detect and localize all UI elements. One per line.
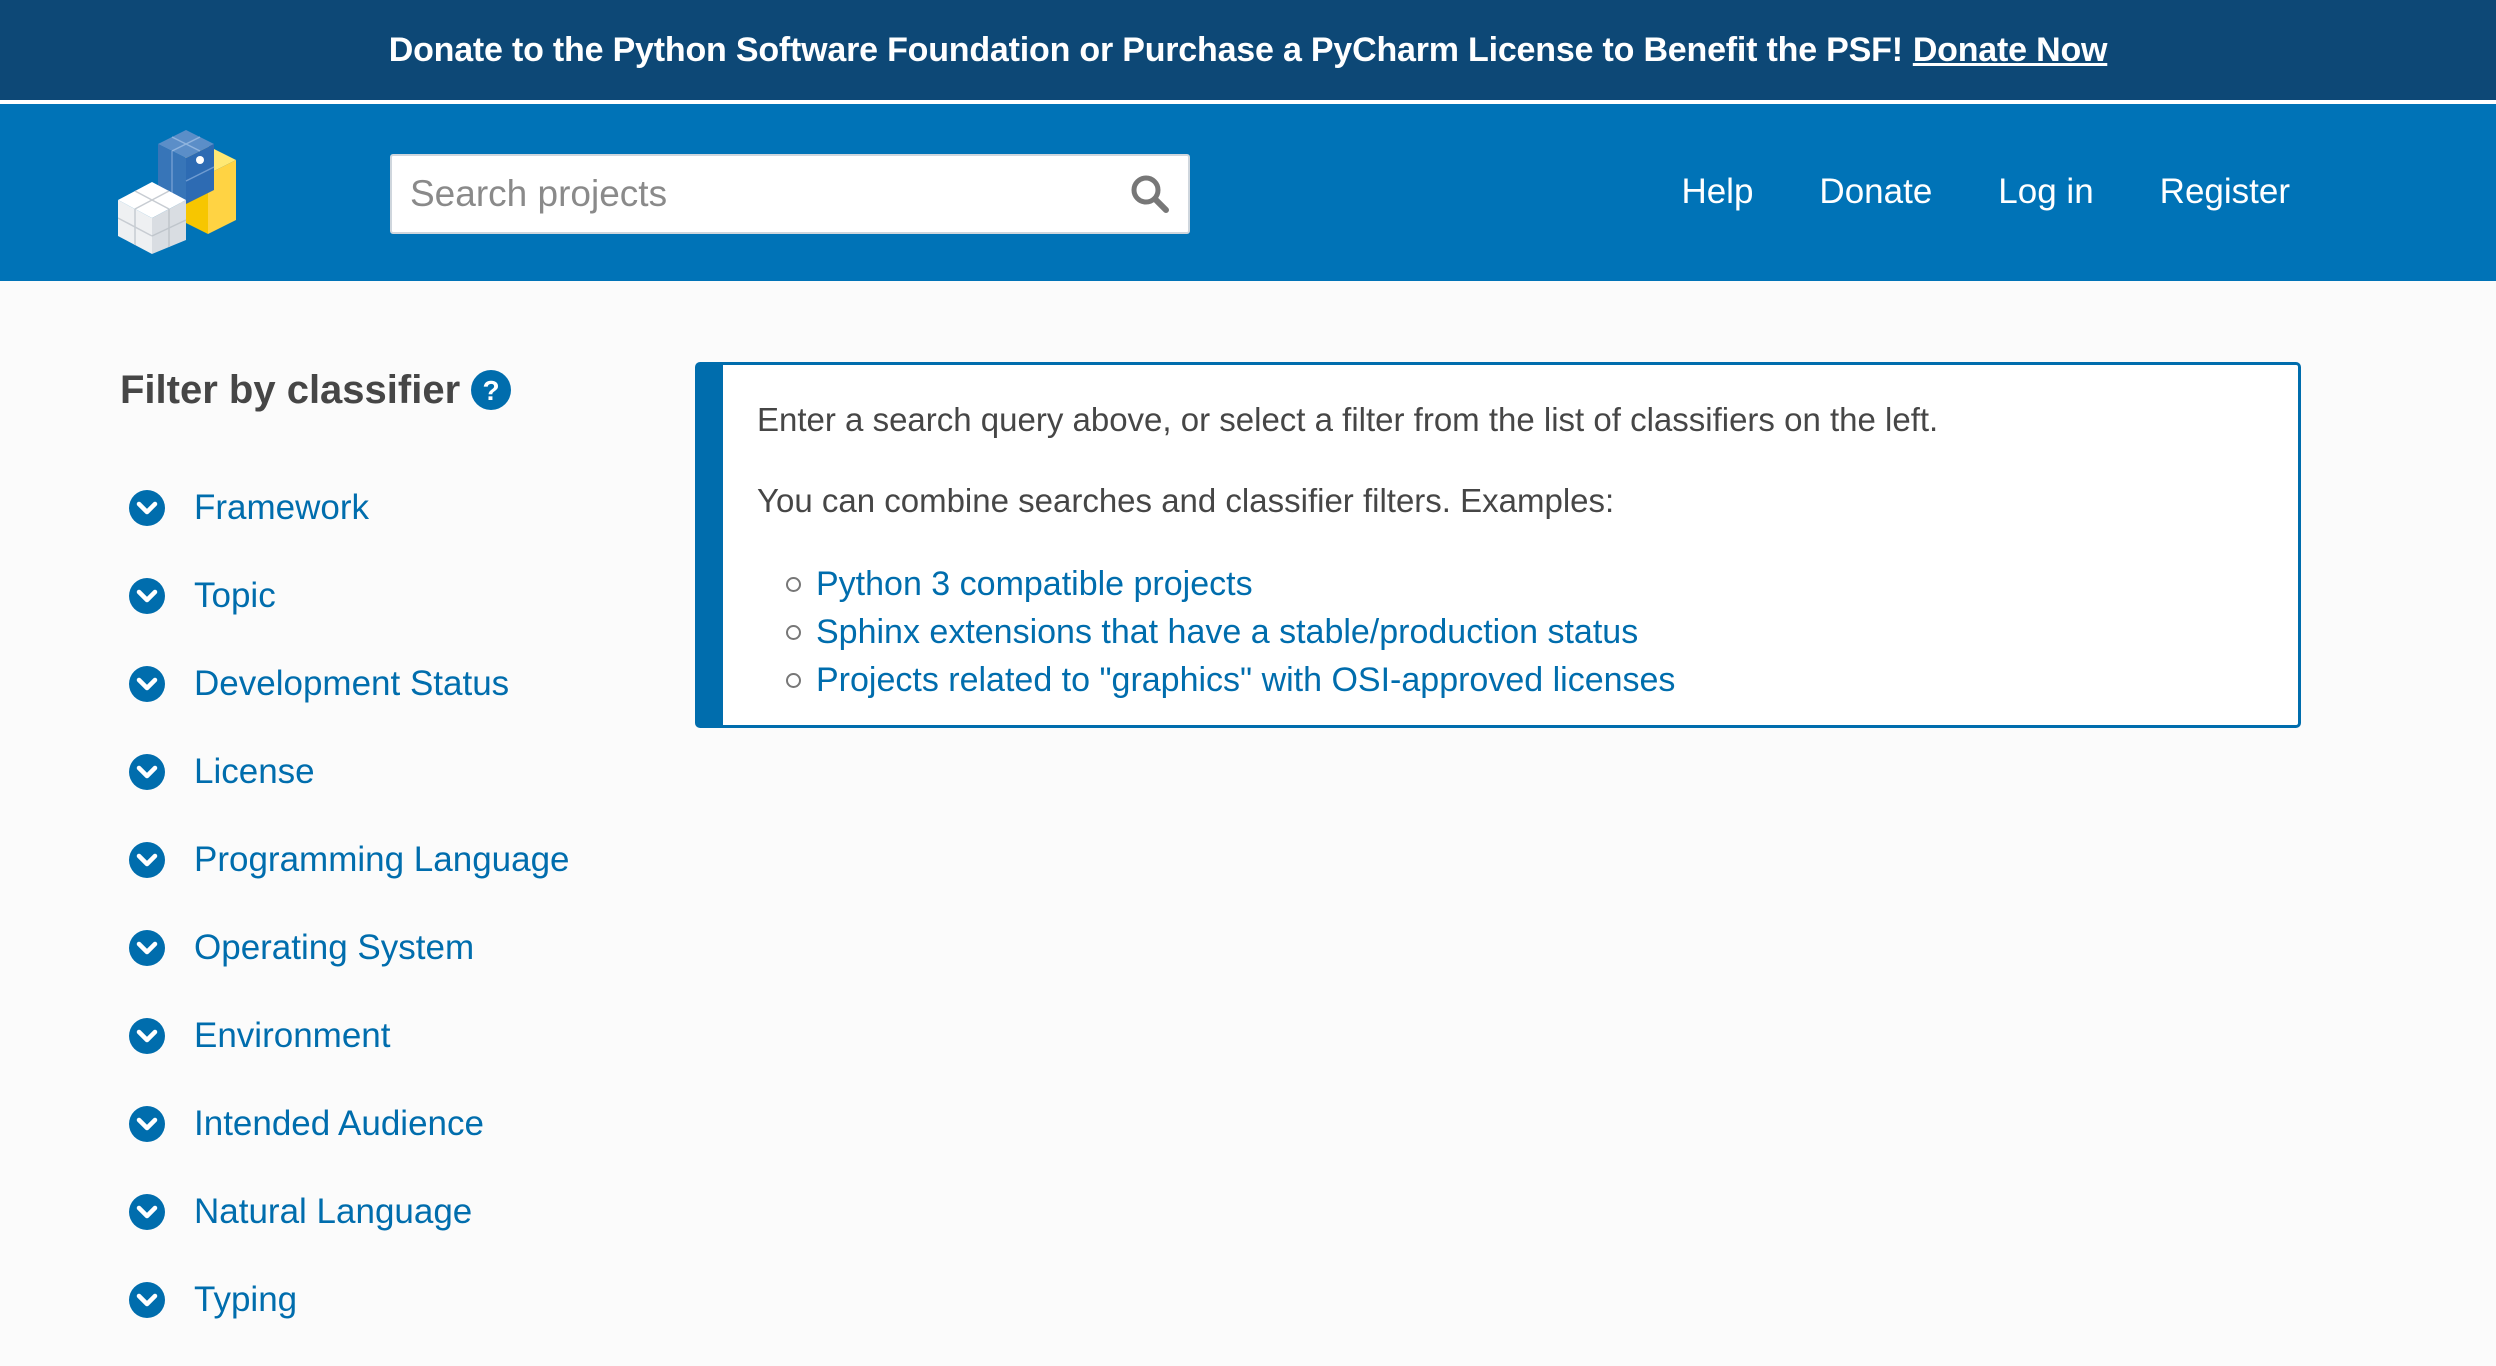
sidebar-title-row: Filter by classifier ? — [120, 362, 640, 418]
chevron-down-circle-icon — [128, 929, 166, 967]
example-link-python3[interactable]: Python 3 compatible projects — [816, 565, 1253, 604]
question-circle-icon[interactable]: ? — [470, 369, 512, 411]
bullet-circle-icon — [786, 576, 801, 592]
site-header: Help Donate Log in Register — [0, 104, 2496, 281]
bullet-circle-icon — [786, 624, 801, 640]
chevron-down-circle-icon — [128, 753, 166, 791]
donate-now-link[interactable]: Donate Now — [1913, 31, 2108, 70]
filter-environment[interactable]: Environment — [120, 992, 640, 1080]
example-list: Python 3 compatible projects Sphinx exte… — [757, 560, 2298, 704]
search-form — [390, 154, 1190, 234]
classifier-sidebar: Filter by classifier ? Framework Topic D… — [120, 362, 640, 1344]
filter-natural-language[interactable]: Natural Language — [120, 1168, 640, 1256]
chevron-down-circle-icon — [128, 577, 166, 615]
filter-label: Development Status — [194, 664, 510, 703]
bullet-circle-icon — [786, 672, 801, 688]
filter-label: Topic — [194, 576, 276, 615]
chevron-down-circle-icon — [128, 841, 166, 879]
search-help-panel: Enter a search query above, or select a … — [695, 362, 2301, 728]
list-item: Python 3 compatible projects — [786, 560, 2298, 608]
nav-register-link[interactable]: Register — [2160, 168, 2290, 216]
filter-development-status[interactable]: Development Status — [120, 640, 640, 728]
pypi-logo-icon[interactable] — [117, 130, 254, 254]
filter-label: Environment — [194, 1016, 391, 1055]
classifier-filter-list: Framework Topic Development Status Licen… — [120, 464, 640, 1344]
panel-intro-text: Enter a search query above, or select a … — [757, 401, 1939, 438]
search-icon[interactable] — [1126, 170, 1174, 218]
main-nav: Help Donate Log in Register — [1681, 168, 2290, 216]
filter-operating-system[interactable]: Operating System — [120, 904, 640, 992]
example-link-sphinx[interactable]: Sphinx extensions that have a stable/pro… — [816, 613, 1638, 652]
sidebar-title: Filter by classifier — [120, 367, 461, 412]
banner-message: Donate to the Python Software Foundation… — [388, 30, 1903, 69]
filter-topic[interactable]: Topic — [120, 552, 640, 640]
filter-label: Typing — [194, 1280, 298, 1319]
filter-label: Programming Language — [194, 840, 570, 879]
donation-banner: Donate to the Python Software Foundation… — [0, 0, 2496, 100]
example-link-graphics[interactable]: Projects related to "graphics" with OSI-… — [816, 661, 1675, 700]
filter-framework[interactable]: Framework — [120, 464, 640, 552]
filter-programming-language[interactable]: Programming Language — [120, 816, 640, 904]
filter-label: License — [194, 752, 315, 791]
filter-label: Intended Audience — [194, 1104, 484, 1143]
svg-text:?: ? — [483, 375, 500, 406]
chevron-down-circle-icon — [128, 1017, 166, 1055]
nav-login-link[interactable]: Log in — [1998, 168, 2093, 216]
filter-label: Framework — [194, 488, 370, 527]
filter-label: Natural Language — [194, 1192, 473, 1231]
filter-intended-audience[interactable]: Intended Audience — [120, 1080, 640, 1168]
list-item: Sphinx extensions that have a stable/pro… — [786, 608, 2298, 656]
filter-license[interactable]: License — [120, 728, 640, 816]
chevron-down-circle-icon — [128, 1105, 166, 1143]
chevron-down-circle-icon — [128, 665, 166, 703]
filter-label: Operating System — [194, 928, 475, 967]
panel-combine-text: You can combine searches and classifier … — [757, 482, 1615, 519]
chevron-down-circle-icon — [128, 1281, 166, 1319]
search-input[interactable] — [392, 156, 1112, 232]
chevron-down-circle-icon — [128, 1193, 166, 1231]
nav-donate-link[interactable]: Donate — [1819, 168, 1932, 216]
list-item: Projects related to "graphics" with OSI-… — [786, 656, 2298, 704]
chevron-down-circle-icon — [128, 489, 166, 527]
filter-typing[interactable]: Typing — [120, 1256, 640, 1344]
nav-help-link[interactable]: Help — [1681, 168, 1753, 216]
